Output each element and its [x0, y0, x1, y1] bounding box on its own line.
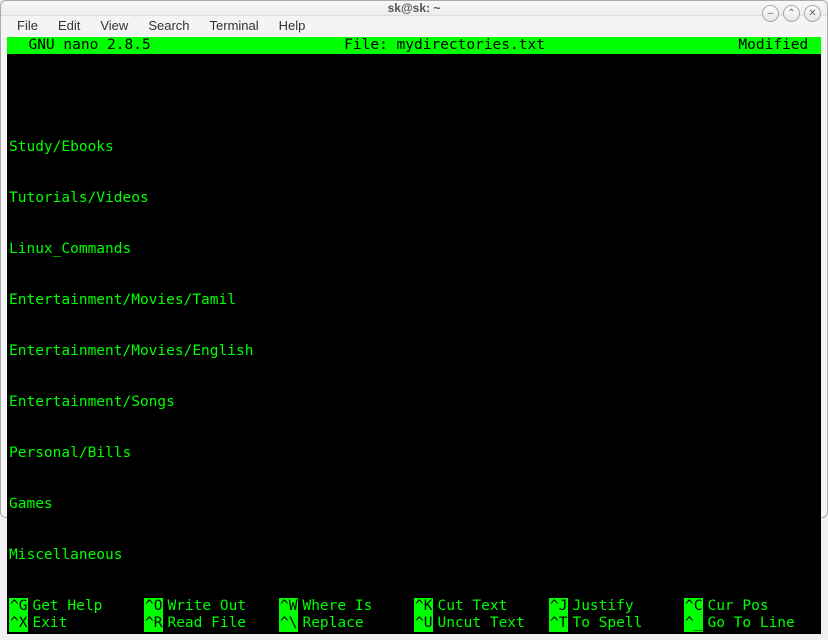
terminal[interactable]: GNU nano 2.8.5 File: mydirectories.txt M…: [7, 37, 821, 634]
menu-view[interactable]: View: [92, 16, 136, 35]
nano-version: GNU nano 2.8.5: [11, 37, 151, 54]
keycap: ^X: [9, 615, 28, 632]
keylabel: Read File: [167, 615, 246, 632]
maximize-icon: ⌃: [787, 9, 795, 19]
menubar: File Edit View Search Terminal Help: [1, 16, 827, 35]
shortcut-get-help: ^GGet Help: [9, 598, 144, 615]
keycap: ^O: [144, 598, 163, 615]
shortcut-read-file: ^RRead File: [144, 615, 279, 632]
shortcut-exit: ^XExit: [9, 615, 144, 632]
blank-line: [9, 88, 819, 105]
shortcut-go-to-line: ^_Go To Line: [684, 615, 819, 632]
terminal-wrapper: GNU nano 2.8.5 File: mydirectories.txt M…: [1, 35, 827, 640]
shortcut-write-out: ^OWrite Out: [144, 598, 279, 615]
nano-status: Modified: [738, 37, 817, 54]
close-button[interactable]: ✕: [804, 5, 821, 22]
nano-editor-body[interactable]: Study/Ebooks Tutorials/Videos Linux_Comm…: [7, 54, 821, 598]
keylabel: Uncut Text: [437, 615, 524, 632]
shortcut-to-spell: ^TTo Spell: [549, 615, 684, 632]
keylabel: Write Out: [167, 598, 246, 615]
maximize-button[interactable]: ⌃: [783, 5, 800, 22]
menu-file[interactable]: File: [9, 16, 46, 35]
file-line: Personal/Bills: [9, 445, 819, 462]
menu-help[interactable]: Help: [271, 16, 314, 35]
terminal-window: sk@sk: ~ – ⌃ ✕ File Edit View Search Ter…: [0, 0, 828, 518]
file-line: Entertainment/Movies/Tamil: [9, 292, 819, 309]
keylabel: Replace: [302, 615, 363, 632]
shortcut-cut-text: ^KCut Text: [414, 598, 549, 615]
window-titlebar: sk@sk: ~ – ⌃ ✕: [1, 1, 827, 16]
file-line: Tutorials/Videos: [9, 190, 819, 207]
menu-search[interactable]: Search: [140, 16, 197, 35]
shortcut-where-is: ^WWhere Is: [279, 598, 414, 615]
keylabel: Get Help: [32, 598, 102, 615]
keylabel: Where Is: [302, 598, 372, 615]
menu-terminal[interactable]: Terminal: [202, 16, 267, 35]
keycap: ^U: [414, 615, 433, 632]
nano-header: GNU nano 2.8.5 File: mydirectories.txt M…: [7, 37, 821, 54]
keylabel: To Spell: [572, 615, 642, 632]
keycap: ^G: [9, 598, 28, 615]
keylabel: Cur Pos: [707, 598, 768, 615]
window-title: sk@sk: ~: [388, 1, 441, 15]
keycap: ^R: [144, 615, 163, 632]
nano-filename: File: mydirectories.txt: [151, 37, 739, 54]
keylabel: Go To Line: [707, 615, 794, 632]
keylabel: Cut Text: [437, 598, 507, 615]
minimize-button[interactable]: –: [762, 5, 779, 22]
shortcut-uncut-text: ^UUncut Text: [414, 615, 549, 632]
keycap: ^J: [549, 598, 568, 615]
minimize-icon: –: [768, 9, 774, 19]
shortcut-cur-pos: ^CCur Pos: [684, 598, 819, 615]
keycap: ^_: [684, 615, 703, 632]
keylabel: Exit: [32, 615, 67, 632]
file-line: Entertainment/Movies/English: [9, 343, 819, 360]
close-icon: ✕: [808, 9, 816, 19]
shortcut-replace: ^\Replace: [279, 615, 414, 632]
file-line: Linux_Commands: [9, 241, 819, 258]
keylabel: Justify: [572, 598, 633, 615]
window-controls: – ⌃ ✕: [762, 5, 821, 22]
file-line: Study/Ebooks: [9, 139, 819, 156]
keycap: ^T: [549, 615, 568, 632]
menu-edit[interactable]: Edit: [50, 16, 88, 35]
file-line: Miscellaneous: [9, 547, 819, 564]
keycap: ^W: [279, 598, 298, 615]
shortcut-justify: ^JJustify: [549, 598, 684, 615]
keycap: ^\: [279, 615, 298, 632]
file-line: Games: [9, 496, 819, 513]
nano-shortcut-bar: ^GGet Help ^OWrite Out ^WWhere Is ^KCut …: [7, 598, 821, 634]
keycap: ^C: [684, 598, 703, 615]
keycap: ^K: [414, 598, 433, 615]
file-line: Entertainment/Songs: [9, 394, 819, 411]
